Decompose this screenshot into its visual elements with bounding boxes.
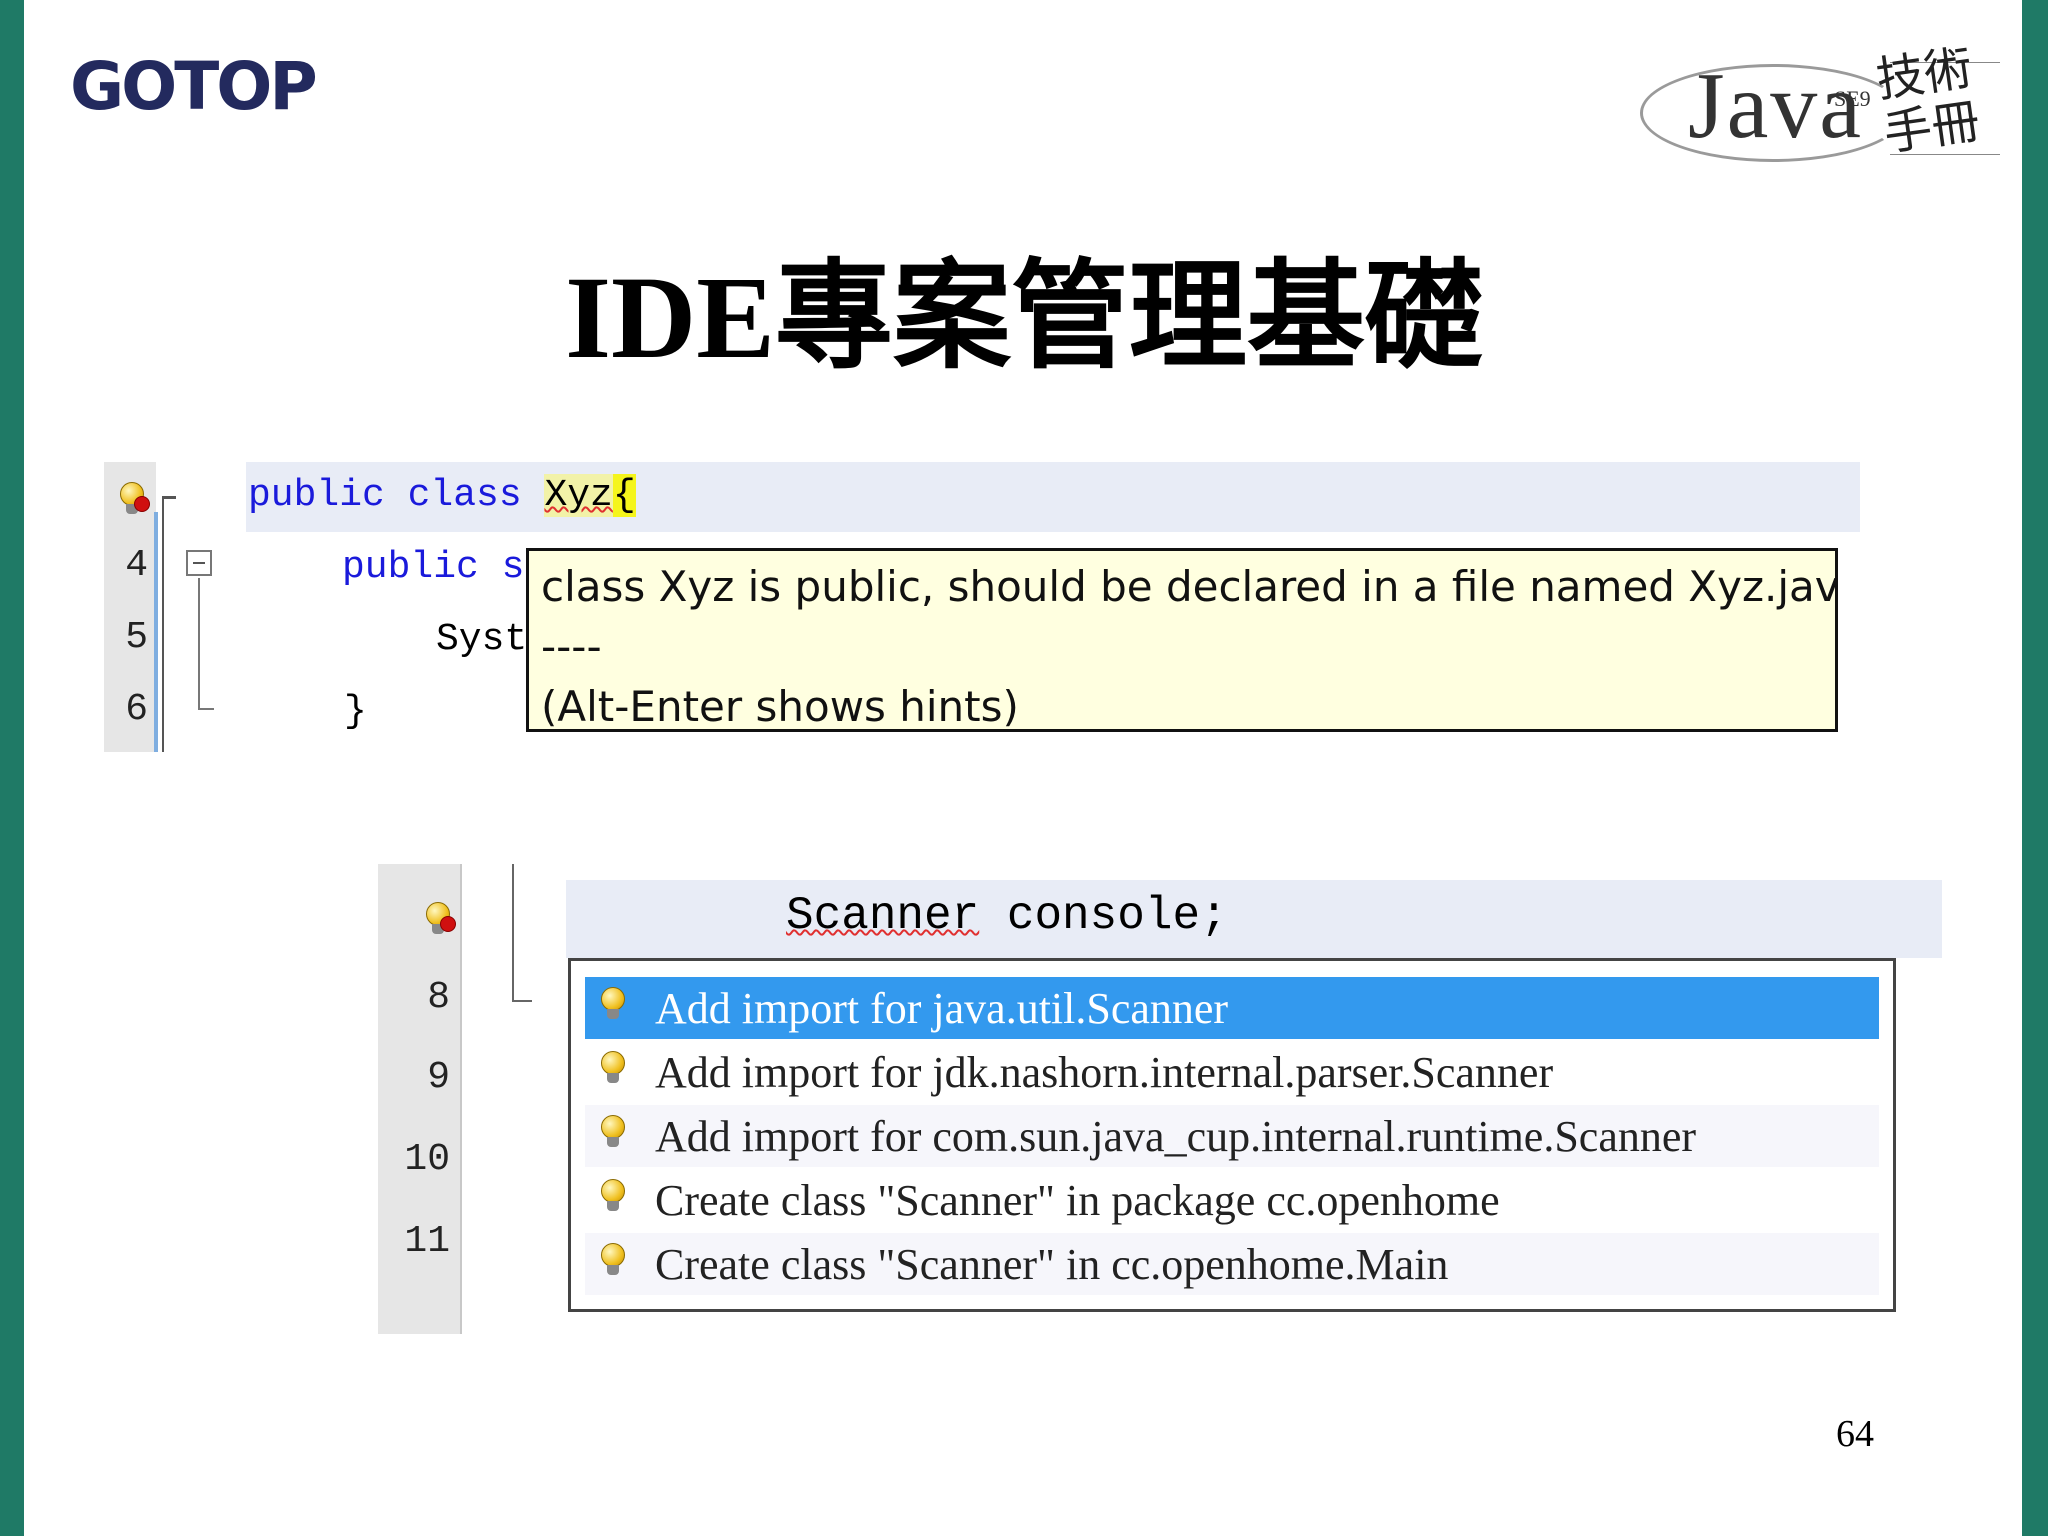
- hint-bulb-icon: [601, 1051, 625, 1085]
- hint-bulb-icon: [601, 987, 625, 1021]
- code-line-close-brace[interactable]: }: [344, 690, 367, 733]
- hint-bulb-icon: [601, 1115, 625, 1149]
- logo-cjk-text: 技術手冊: [1872, 39, 1984, 163]
- fold-guide-end: [512, 1000, 532, 1002]
- java-se9-logo: Java SE9 技術手冊: [1640, 40, 2000, 166]
- gotop-logo: GOTOP: [70, 48, 318, 125]
- hint-label: Add import for com.sun.java_cup.internal…: [655, 1112, 1697, 1161]
- hint-label: Create class "Scanner" in cc.openhome.Ma…: [655, 1240, 1449, 1289]
- hint-label: Add import for jdk.nashorn.internal.pars…: [655, 1048, 1554, 1097]
- hint-error-bulb-icon[interactable]: [120, 482, 150, 516]
- code-line-scanner-field[interactable]: Scanner console;: [786, 890, 1228, 942]
- hint-bulb-icon: [601, 1243, 625, 1277]
- gutter-bracket-top: [162, 496, 176, 499]
- code-line-method[interactable]: public st: [342, 546, 547, 589]
- matched-brace: {: [612, 474, 636, 517]
- line-number: 5: [125, 616, 148, 659]
- line-number: 9: [427, 1056, 450, 1099]
- tooltip-message: class Xyz is public, should be declared …: [541, 562, 1838, 611]
- hint-label: Create class "Scanner" in package cc.ope…: [655, 1176, 1500, 1225]
- hint-error-bulb-icon[interactable]: [426, 902, 456, 936]
- hint-popup: Add import for java.util.Scanner Add imp…: [568, 958, 1896, 1312]
- hint-item[interactable]: Add import for jdk.nashorn.internal.pars…: [585, 1041, 1879, 1103]
- keyword-text: public class: [248, 474, 545, 517]
- slide-title: IDE專案管理基礎: [565, 252, 1483, 383]
- hint-item[interactable]: Create class "Scanner" in cc.openhome.Ma…: [585, 1233, 1879, 1295]
- code-line-class-declaration[interactable]: public class Xyz{: [248, 474, 636, 517]
- fold-guide: [198, 578, 200, 710]
- error-type-name: Scanner: [786, 890, 980, 942]
- fold-collapse-icon[interactable]: [186, 550, 212, 576]
- tooltip-separator: ----: [541, 622, 602, 671]
- line-number: 4: [125, 544, 148, 587]
- gutter-edge: [154, 512, 158, 752]
- line-number: 10: [404, 1138, 450, 1181]
- gutter-edge: [460, 864, 462, 1334]
- gutter-bracket: [162, 496, 164, 752]
- tooltip-hint: (Alt-Enter shows hints): [541, 682, 1019, 731]
- hint-item[interactable]: Add import for java.util.Scanner: [585, 977, 1879, 1039]
- code-line-statement[interactable]: Syst: [436, 618, 527, 661]
- line-number: 6: [125, 688, 148, 731]
- hint-label: Add import for java.util.Scanner: [655, 984, 1229, 1033]
- line-number: 11: [404, 1220, 450, 1263]
- error-class-name: Xyz: [544, 474, 613, 517]
- hint-bulb-icon: [601, 1179, 625, 1213]
- current-line-highlight: [566, 880, 1942, 958]
- logo-se9-text: SE9: [1834, 86, 1871, 111]
- line-number: 8: [427, 976, 450, 1019]
- hint-item[interactable]: Create class "Scanner" in package cc.ope…: [585, 1169, 1879, 1231]
- error-tooltip: class Xyz is public, should be declared …: [526, 548, 1838, 732]
- hint-item[interactable]: Add import for com.sun.java_cup.internal…: [585, 1105, 1879, 1167]
- page-number: 64: [1836, 1413, 1874, 1455]
- fold-guide-end: [198, 708, 214, 710]
- code-text: console;: [979, 890, 1228, 942]
- fold-guide: [512, 864, 514, 1002]
